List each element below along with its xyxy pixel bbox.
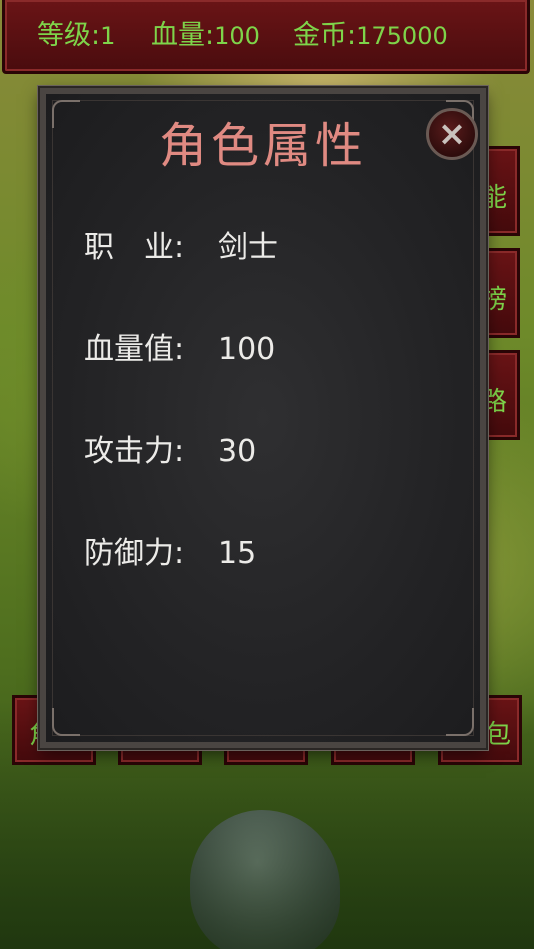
attribute-row-class: 职 业: 剑士 bbox=[84, 228, 278, 268]
hp-value: 100 bbox=[214, 22, 260, 50]
gold-stat: 金币:175000 bbox=[293, 18, 448, 54]
dialog-title: 角色属性 bbox=[158, 118, 367, 174]
hp-label: 血量: bbox=[151, 20, 215, 51]
attribute-label: 攻击力: bbox=[84, 434, 185, 469]
attribute-label: 职 业: bbox=[84, 230, 185, 265]
attribute-row-attack: 攻击力: 30 bbox=[84, 432, 256, 472]
attribute-row-hp: 血量值: 100 bbox=[84, 330, 275, 370]
attribute-row-defense: 防御力: 15 bbox=[84, 534, 256, 574]
gold-value: 175000 bbox=[356, 22, 448, 50]
character-attributes-dialog: 角色属性 × 职 业: 剑士 血量值: 100 攻击力: 30 防御力: 15 bbox=[38, 86, 488, 750]
attribute-label: 血量值: bbox=[84, 332, 185, 367]
status-bar: 等级:1 血量:100 金币:175000 bbox=[2, 0, 530, 74]
attribute-value: 100 bbox=[218, 332, 276, 367]
frame-corner-ornament bbox=[446, 708, 474, 736]
close-button[interactable]: × bbox=[426, 108, 478, 160]
attribute-value: 15 bbox=[218, 536, 257, 571]
level-stat: 等级:1 bbox=[37, 18, 115, 54]
level-label: 等级: bbox=[37, 20, 101, 51]
hp-stat: 血量:100 bbox=[151, 18, 260, 54]
close-icon: × bbox=[437, 114, 467, 154]
attribute-value: 剑士 bbox=[218, 230, 278, 265]
gold-label: 金币: bbox=[293, 20, 357, 51]
attribute-label: 防御力: bbox=[84, 536, 185, 571]
frame-corner-ornament bbox=[52, 708, 80, 736]
attribute-value: 30 bbox=[218, 434, 257, 469]
level-value: 1 bbox=[100, 22, 116, 50]
bottom-button-label: 包 bbox=[485, 720, 512, 750]
